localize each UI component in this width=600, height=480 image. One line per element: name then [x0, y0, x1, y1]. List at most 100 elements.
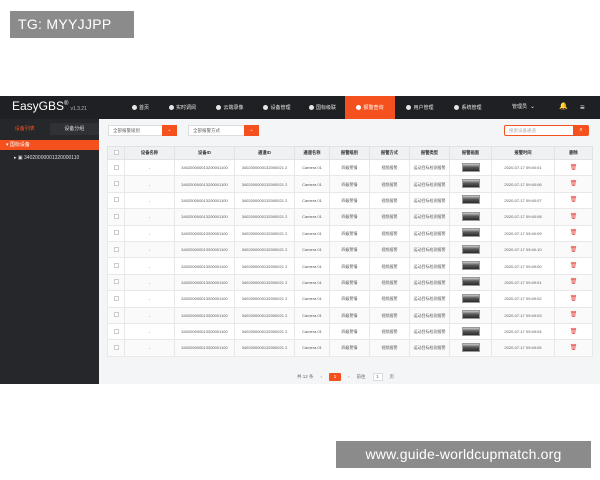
row-checkbox[interactable]	[113, 279, 119, 285]
alarm-snapshot-thumbnail[interactable]	[461, 293, 480, 303]
cell-delete: 🗑	[554, 240, 593, 259]
alarm-snapshot-thumbnail[interactable]	[461, 310, 480, 320]
alarm-snapshot-thumbnail[interactable]	[461, 162, 480, 172]
tab-device-list[interactable]: 设备列表	[0, 123, 50, 135]
table-row[interactable]: -340200000013200001100 340200000013200002…	[107, 273, 593, 292]
nav-label: 报警查询	[363, 105, 384, 111]
brand-logo[interactable]: EasyGBS®v1.3.21	[12, 99, 87, 113]
next-page-button[interactable]: ›	[348, 374, 350, 379]
tree-node-device[interactable]: ▸ ▣ 34020000001320000110	[14, 153, 79, 163]
col-alarm-level[interactable]: 报警级别	[329, 146, 370, 160]
alarm-snapshot-thumbnail[interactable]	[461, 326, 480, 336]
app-window: EasyGBS®v1.3.21 首页 实时调阅 云端录像 设备管理 国标级联 报…	[0, 96, 600, 384]
cell-alarm-snapshot	[449, 257, 492, 275]
table-row[interactable]: -340200000013200001100 340200000013200002…	[107, 191, 593, 210]
brand-version: v1.3.21	[70, 106, 87, 112]
nav-item-home[interactable]: 首页	[122, 96, 159, 119]
trash-icon[interactable]: 🗑	[570, 197, 578, 203]
gear-icon	[454, 105, 460, 110]
table-row[interactable]: -340200000013200001100 340200000013200002…	[107, 339, 593, 357]
table-row[interactable]: -340200000013200001100 340200000013200002…	[107, 158, 593, 177]
nav-item-users[interactable]: 用户管理	[395, 96, 445, 119]
user-menu[interactable]: 管理员 ⌄	[512, 96, 535, 119]
row-checkbox[interactable]	[113, 164, 119, 170]
row-checkbox[interactable]	[113, 197, 119, 203]
row-checkbox-cell	[107, 208, 125, 226]
row-checkbox[interactable]	[113, 263, 119, 269]
col-alarm-time[interactable]: 报警时间	[491, 146, 555, 160]
cell-alarm-type: 运动目标检测报警	[409, 290, 450, 308]
cell-device-name: -	[124, 224, 175, 242]
alarm-snapshot-thumbnail[interactable]	[461, 261, 480, 271]
trash-icon[interactable]: 🗑	[570, 296, 578, 302]
cell-channel-id: 3402000000132000021 2	[234, 257, 295, 275]
table-row[interactable]: -340200000013200001100 340200000013200002…	[107, 224, 593, 242]
trash-icon[interactable]: 🗑	[570, 312, 578, 318]
nav-item-cloud-record[interactable]: 云端录像	[206, 96, 254, 119]
nav-item-devices[interactable]: 设备管理	[254, 96, 300, 119]
cell-alarm-snapshot	[449, 191, 492, 210]
table-row[interactable]: -340200000013200001100 340200000013200002…	[107, 322, 593, 341]
table-row[interactable]: -340200000013200001100 340200000013200002…	[107, 175, 593, 193]
nav-item-cascade[interactable]: 国标级联	[300, 96, 345, 119]
goto-page-input[interactable]: 1	[372, 372, 383, 381]
nav-item-live[interactable]: 实时调阅	[159, 96, 206, 119]
cell-device-name: -	[124, 339, 175, 357]
trash-icon[interactable]: 🗑	[570, 263, 578, 269]
total-count: 共 12 条	[297, 373, 314, 379]
tab-device-group[interactable]: 设备分组	[49, 123, 99, 135]
trash-icon[interactable]: 🗑	[570, 181, 578, 187]
search-icon[interactable]: ⌕	[573, 125, 589, 136]
tree-root-gb-devices[interactable]: ▾ 国标设备	[0, 140, 99, 150]
trash-icon[interactable]: 🗑	[570, 165, 578, 171]
alarm-method-select[interactable]: 全部报警方式 ⌄	[188, 125, 259, 136]
alarm-level-select[interactable]: 全部报警级别 ⌄	[108, 125, 177, 136]
user-name: 管理员	[512, 104, 528, 110]
row-checkbox[interactable]	[113, 295, 119, 301]
alarm-snapshot-thumbnail[interactable]	[461, 195, 480, 205]
row-checkbox[interactable]	[113, 181, 119, 187]
hamburger-icon[interactable]: ≡	[580, 103, 590, 112]
row-checkbox[interactable]	[113, 213, 119, 219]
trash-icon[interactable]: 🗑	[570, 247, 578, 253]
table-row[interactable]: -340200000013200001100 340200000013200002…	[107, 290, 593, 308]
row-checkbox[interactable]	[113, 344, 119, 350]
cell-device-id: 340200000013200001100	[174, 240, 235, 259]
cell-alarm-method: 视频报警	[369, 290, 410, 308]
watermark-top: TG: MYYJJPP	[10, 11, 134, 38]
row-checkbox[interactable]	[113, 328, 119, 334]
table-row[interactable]: -340200000013200001100 340200000013200002…	[107, 208, 593, 226]
cell-alarm-time: 2020-07-17 09:40:07	[491, 191, 555, 210]
row-checkbox[interactable]	[113, 246, 119, 252]
search-input[interactable]: 搜索设备通道	[504, 125, 576, 136]
row-checkbox[interactable]	[113, 230, 119, 236]
select-all-checkbox[interactable]	[107, 146, 125, 160]
nav-item-system[interactable]: 系统管理	[445, 96, 491, 119]
bell-icon[interactable]: 🔔	[559, 103, 568, 111]
row-checkbox-cell	[107, 339, 125, 357]
cell-channel-name: Camera 01	[294, 273, 330, 292]
alarm-snapshot-thumbnail[interactable]	[461, 179, 480, 189]
cell-alarm-type: 运动目标检测报警	[409, 240, 450, 259]
cell-alarm-time: 2020-07-17 09:40:08	[491, 208, 555, 226]
trash-icon[interactable]: 🗑	[570, 230, 578, 236]
trash-icon[interactable]: 🗑	[570, 214, 578, 220]
col-alarm-type: 报警类型	[409, 146, 450, 160]
trash-icon[interactable]: 🗑	[570, 329, 578, 335]
alarm-snapshot-thumbnail[interactable]	[461, 342, 480, 352]
row-checkbox[interactable]	[113, 312, 119, 318]
prev-page-button[interactable]: ‹	[321, 374, 323, 379]
cell-alarm-snapshot	[449, 240, 492, 259]
cell-alarm-level: 四级警情	[329, 273, 370, 292]
alarm-snapshot-thumbnail[interactable]	[461, 277, 480, 287]
table-row[interactable]: -340200000013200001100 340200000013200002…	[107, 306, 593, 324]
nav-item-alarm[interactable]: 报警查询	[345, 96, 395, 119]
table-row[interactable]: -340200000013200001100 340200000013200002…	[107, 257, 593, 275]
trash-icon[interactable]: 🗑	[570, 345, 578, 351]
page-button-current[interactable]: 1	[329, 372, 342, 381]
table-row[interactable]: -340200000013200001100 340200000013200002…	[107, 240, 593, 259]
alarm-snapshot-thumbnail[interactable]	[461, 211, 480, 221]
trash-icon[interactable]: 🗑	[570, 279, 578, 285]
alarm-snapshot-thumbnail[interactable]	[461, 228, 480, 238]
alarm-snapshot-thumbnail[interactable]	[461, 244, 480, 254]
